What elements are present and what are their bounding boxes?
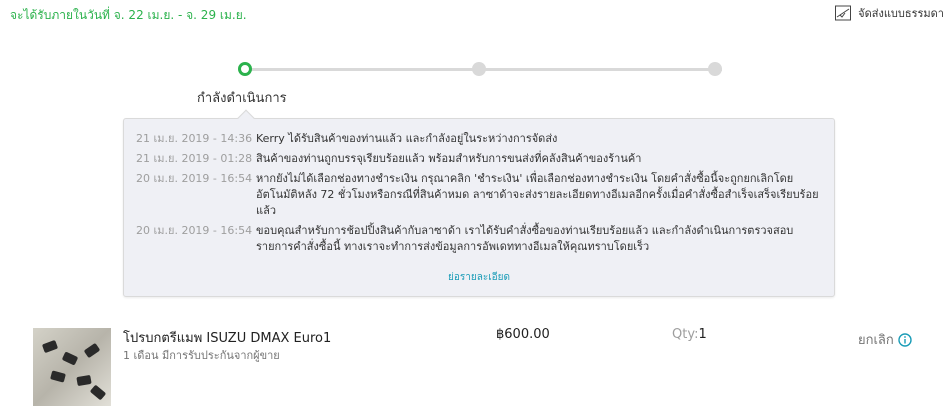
product-warranty: 1 เดือน มีการรับประกันจากผู้ขาย	[123, 349, 280, 362]
history-entry: 20 เม.ย. 2019 - 16:54 หากยังไม่ได้เลือกช…	[136, 171, 822, 219]
product-quantity: Qty:1	[672, 327, 707, 342]
panel-caret	[237, 109, 255, 127]
shipping-method: จัดส่งแบบธรรมดา	[834, 4, 944, 22]
product-image-part	[76, 374, 92, 387]
collapse-details-link[interactable]: ย่อรายละเอียด	[124, 270, 834, 285]
product-image[interactable]	[33, 328, 111, 406]
progress-step-shipped	[472, 62, 486, 76]
info-icon[interactable]	[898, 332, 912, 347]
product-image-part	[50, 370, 66, 383]
history-text: หากยังไม่ได้เลือกช่องทางชำระเงิน กรุณาคล…	[256, 172, 819, 217]
history-time: 21 เม.ย. 2019 - 01:28	[136, 152, 253, 165]
history-time: 21 เม.ย. 2019 - 14:36	[136, 132, 253, 145]
quantity-label: Qty:	[672, 327, 699, 342]
cancel-item-button[interactable]: ยกเลิก	[858, 329, 912, 350]
shipping-method-label: จัดส่งแบบธรรมดา	[858, 7, 944, 20]
product-image-part	[61, 351, 79, 366]
truck-icon	[835, 5, 852, 21]
tracking-history-list: 21 เม.ย. 2019 - 14:36 Kerry ได้รับสินค้า…	[136, 131, 822, 259]
product-image-part	[41, 339, 59, 354]
product-image-part	[89, 384, 107, 401]
order-progress-tracker	[238, 62, 726, 76]
history-text: สินค้าของท่านถูกบรรจุเรียบร้อยแล้ว พร้อม…	[256, 152, 642, 165]
history-time: 20 เม.ย. 2019 - 16:54	[136, 172, 253, 185]
cancel-label: ยกเลิก	[858, 333, 894, 348]
status-label: กำลังดำเนินการ	[197, 91, 287, 106]
tracking-history-panel: 21 เม.ย. 2019 - 14:36 Kerry ได้รับสินค้า…	[123, 109, 835, 297]
history-text: ขอบคุณสำหรับการช้อปปิ้งสินค้ากับลาซาด้า …	[256, 224, 794, 253]
product-price: ฿600.00	[496, 327, 550, 342]
history-text: Kerry ได้รับสินค้าของท่านแล้ว และกำลังอย…	[256, 132, 558, 145]
progress-step-processing	[238, 62, 252, 76]
quantity-value: 1	[698, 327, 707, 342]
history-time: 20 เม.ย. 2019 - 16:54	[136, 224, 253, 237]
history-entry: 20 เม.ย. 2019 - 16:54 ขอบคุณสำหรับการช้อ…	[136, 223, 822, 255]
order-item-row: โปรบกตรีแมพ ISUZU DMAX Euro1 1 เดือน มีก…	[0, 325, 950, 415]
product-title[interactable]: โปรบกตรีแมพ ISUZU DMAX Euro1	[123, 327, 331, 348]
delivery-estimate: จะได้รับภายในวันที่ จ. 22 เม.ย. - จ. 29 …	[10, 8, 247, 22]
product-image-part	[83, 342, 101, 359]
history-entry: 21 เม.ย. 2019 - 14:36 Kerry ได้รับสินค้า…	[136, 131, 822, 147]
progress-step-delivered	[708, 62, 722, 76]
history-entry: 21 เม.ย. 2019 - 01:28 สินค้าของท่านถูกบร…	[136, 151, 822, 167]
